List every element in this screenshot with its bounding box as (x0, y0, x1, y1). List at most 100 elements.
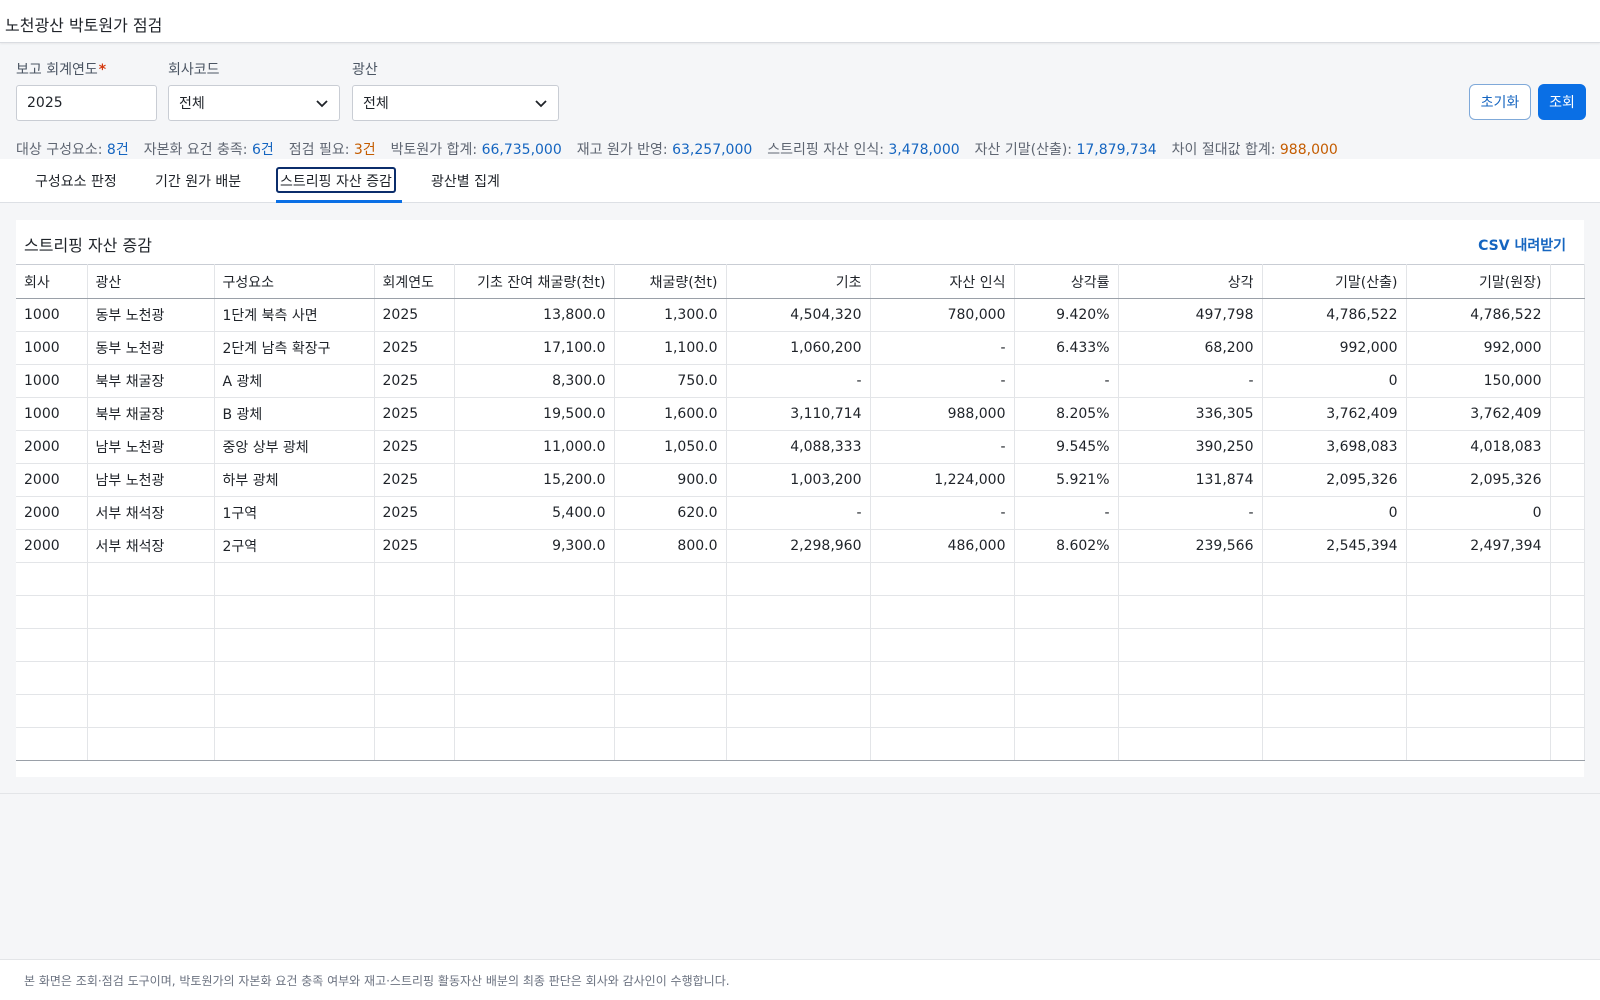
empty-cell (454, 562, 615, 596)
empty-cell (614, 661, 727, 695)
table-cell: 620.0 (614, 496, 727, 530)
table-row[interactable]: 1000 동부 노천광 2단계 남측 확장구 2025 17,100.0 1,100.0 1… (16, 331, 1585, 365)
empty-cell (1406, 628, 1551, 662)
table-cell: 하부 광체 (214, 463, 375, 497)
empty-cell (870, 727, 1015, 761)
table-cell: - (1118, 496, 1263, 530)
table-row[interactable]: 1000 북부 채굴장 B 광체 2025 19,500.0 1,600.0 3,110,7… (16, 397, 1585, 431)
summary-label: 점검 필요: (288, 142, 354, 158)
table-cell: - (870, 496, 1015, 530)
table-cell: 1000 (16, 397, 88, 431)
reset-button[interactable]: 초기화 (1469, 84, 1531, 120)
table-row[interactable]: 2000 서부 채석장 1구역 2025 5,400.0 620.0- - - -0 0 (16, 496, 1585, 530)
empty-cell (870, 661, 1015, 695)
table-cell: 북부 채굴장 (87, 397, 215, 431)
empty-cell (214, 727, 375, 761)
summary-item: 점검 필요: 3건 (289, 142, 376, 158)
empty-row (16, 661, 1585, 695)
empty-row (16, 727, 1585, 761)
column-header[interactable]: 상각 (1118, 264, 1263, 299)
summary-item: 스트리핑 자산 인식: 3,478,000 (767, 142, 959, 158)
empty-cell (1014, 694, 1119, 728)
empty-cell (374, 628, 455, 662)
empty-cell (87, 595, 215, 629)
table-row[interactable]: 1000 동부 노천광 1단계 북측 사면 2025 13,800.0 1,300.0 4,… (16, 298, 1585, 332)
column-header[interactable]: 회계연도 (374, 264, 455, 299)
table-cell: A 광체 (214, 364, 375, 398)
empty-cell (214, 595, 375, 629)
empty-cell (726, 661, 871, 695)
column-header[interactable]: 채굴량(천t) (614, 264, 727, 299)
empty-cell (87, 562, 215, 596)
empty-cell (614, 562, 727, 596)
table-row[interactable]: 1000 북부 채굴장 A 광체 2025 8,300.0 750.0- - - -0 150,0… (16, 364, 1585, 398)
table-cell: 1,300.0 (614, 298, 727, 332)
table-row[interactable]: 2000 남부 노천광 중앙 상부 광체 2025 11,000.0 1,050.0 4,0… (16, 430, 1585, 464)
tab-stripping-asset-changes[interactable]: 스트리핑 자산 증감 (276, 167, 396, 193)
empty-cell (726, 595, 871, 629)
empty-cell (614, 628, 727, 662)
table-cell: 2025 (374, 430, 455, 464)
table-cell-spacer (1550, 529, 1585, 563)
empty-cell (870, 595, 1015, 629)
summary-label: 자산 기말(산출): (974, 142, 1077, 158)
table-cell: 2025 (374, 529, 455, 563)
empty-cell (1014, 727, 1119, 761)
table-cell: 2025 (374, 496, 455, 530)
table-row[interactable]: 2000 서부 채석장 2구역 2025 9,300.0 800.0 2,298,960 48… (16, 529, 1585, 563)
search-button[interactable]: 조회 (1538, 84, 1586, 120)
mine-filter: 광산 (352, 59, 378, 78)
column-header[interactable]: 기말(원장) (1406, 264, 1551, 299)
tab-bar: 구성요소 판정 기간 원가 배분 스트리핑 자산 증감 광산별 집계 (0, 159, 1600, 203)
column-header[interactable]: 광산 (87, 264, 215, 299)
empty-cell (1550, 661, 1585, 695)
summary-value: 17,879,734 (1076, 142, 1157, 158)
empty-cell (870, 694, 1015, 728)
summary-value: 8건 (106, 142, 129, 158)
table-cell: - (870, 430, 1015, 464)
column-header[interactable]: 자산 인식 (870, 264, 1015, 299)
tab-period-cost-allocation[interactable]: 기간 원가 배분 (152, 167, 244, 193)
empty-cell (1014, 562, 1119, 596)
footer-note: 본 화면은 조회·점검 도구이며, 박토원가의 자본화 요건 충족 여부와 재고… (0, 959, 1600, 1000)
empty-cell (1118, 694, 1263, 728)
company-select[interactable]: 전체 (168, 85, 340, 121)
tab-mine-summary[interactable]: 광산별 집계 (428, 167, 503, 193)
chevron-down-icon (535, 100, 547, 108)
table-cell: 2000 (16, 529, 88, 563)
table-cell: 800.0 (614, 529, 727, 563)
column-header[interactable]: 구성요소 (214, 264, 375, 299)
empty-cell (1262, 727, 1407, 761)
empty-cell (87, 628, 215, 662)
table-cell: 3,762,409 (1262, 397, 1407, 431)
empty-cell (454, 694, 615, 728)
empty-cell (16, 727, 88, 761)
column-header[interactable]: 기초 (726, 264, 871, 299)
empty-cell (87, 661, 215, 695)
filter-bar: 보고 회계연도* 2025 회사코드 전체 광산 전체 초기화 조회 (16, 59, 1586, 125)
tab-component-assessment[interactable]: 구성요소 판정 (32, 167, 120, 193)
empty-cell (374, 595, 455, 629)
empty-cell (16, 562, 88, 596)
table-cell: 13,800.0 (454, 298, 615, 332)
empty-cell (374, 562, 455, 596)
empty-cell (1550, 694, 1585, 728)
table-cell: - (726, 496, 871, 530)
table-cell: - (1014, 364, 1119, 398)
year-input[interactable]: 2025 (16, 85, 157, 121)
table-cell: 17,100.0 (454, 331, 615, 365)
table-cell: 5.921% (1014, 463, 1119, 497)
table-row[interactable]: 2000 남부 노천광 하부 광체 2025 15,200.0 900.0 1,003,20… (16, 463, 1585, 497)
empty-cell (1262, 595, 1407, 629)
mine-label: 광산 (352, 62, 378, 78)
mine-select[interactable]: 전체 (352, 85, 559, 121)
table-cell: 2000 (16, 430, 88, 464)
column-header[interactable]: 상각률 (1014, 264, 1119, 299)
table-cell: 4,504,320 (726, 298, 871, 332)
table-cell: 동부 노천광 (87, 298, 215, 332)
column-header[interactable]: 기말(산출) (1262, 264, 1407, 299)
csv-download-link[interactable]: CSV 내려받기 (1478, 235, 1566, 255)
column-header[interactable]: 회사 (16, 264, 88, 299)
column-header[interactable]: 기초 잔여 채굴량(천t) (454, 264, 615, 299)
table-cell: 2025 (374, 298, 455, 332)
